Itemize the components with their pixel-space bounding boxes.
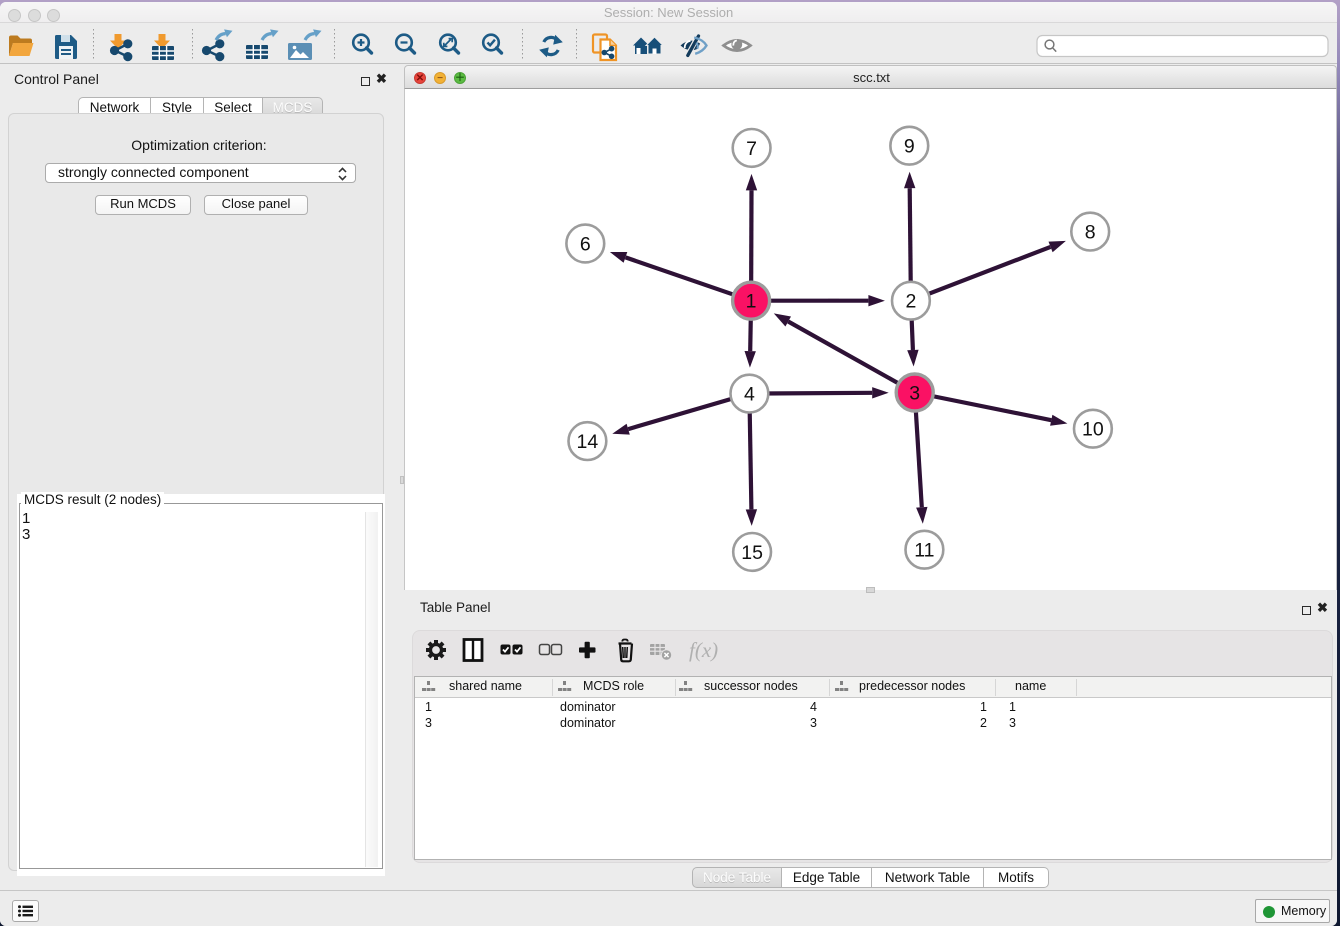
svg-text:9: 9 [904,136,915,158]
svg-text:4: 4 [744,384,755,406]
svg-text:14: 14 [577,431,599,453]
svg-text:7: 7 [746,138,757,160]
svg-text:2: 2 [905,291,916,313]
svg-text:3: 3 [909,383,920,405]
svg-text:1: 1 [746,291,757,313]
svg-text:15: 15 [741,542,763,564]
svg-text:f(x): f(x) [689,638,718,662]
svg-text:8: 8 [1085,222,1096,244]
svg-text:6: 6 [580,234,591,256]
svg-text:10: 10 [1082,419,1104,441]
svg-text:11: 11 [914,540,934,562]
